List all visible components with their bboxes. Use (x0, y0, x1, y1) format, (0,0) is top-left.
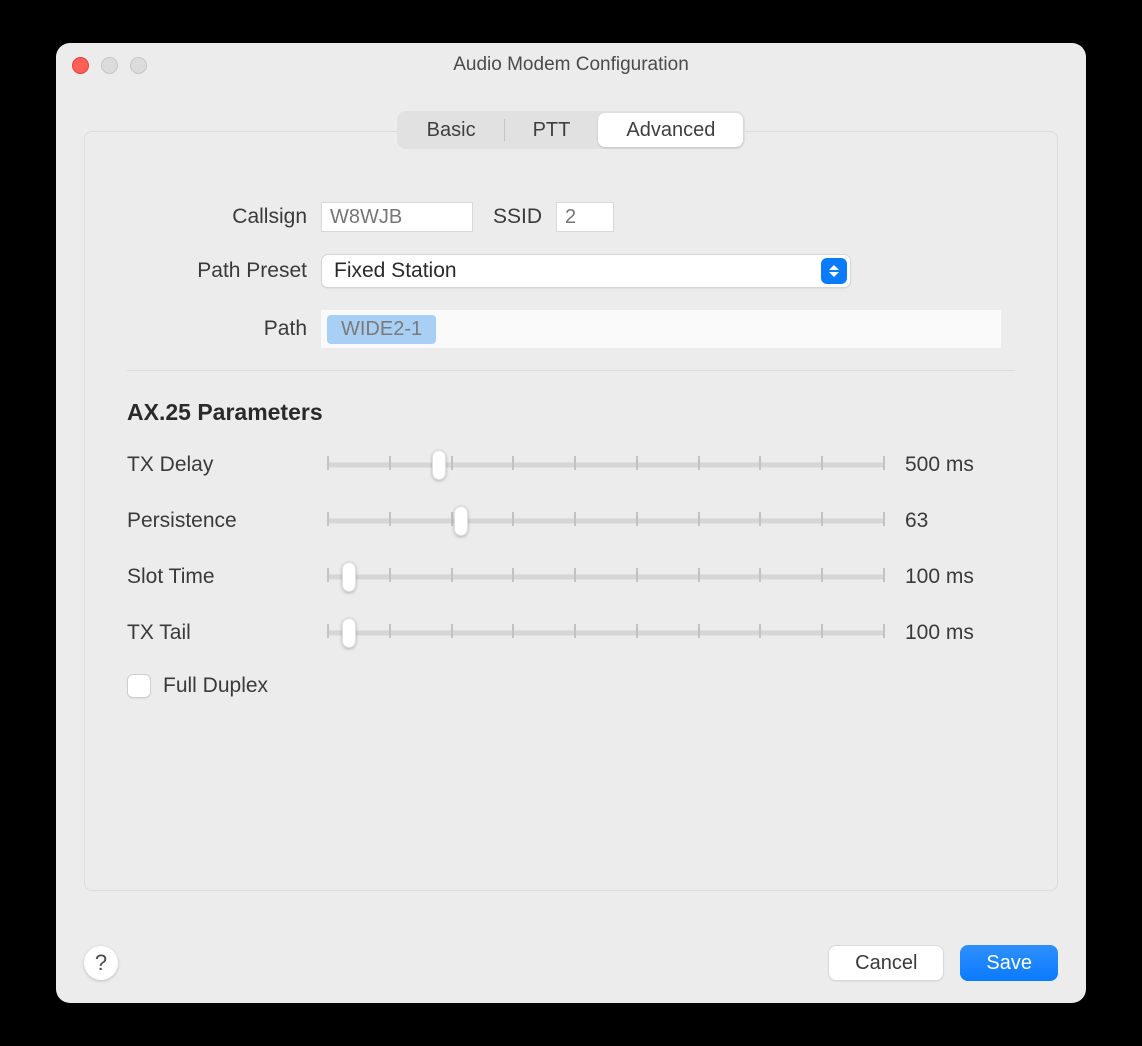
tab-basic[interactable]: Basic (399, 113, 504, 147)
callsign-label: Callsign (127, 205, 307, 229)
path-field[interactable]: WIDE2-1 (321, 310, 1001, 348)
slider-thumb[interactable] (342, 562, 356, 592)
slider-row: Persistence 63 (127, 506, 1015, 536)
slider-thumb[interactable] (432, 450, 446, 480)
panel: Callsign SSID Path Preset Fixed Station (84, 131, 1058, 891)
help-button[interactable]: ? (84, 946, 118, 980)
preset-select[interactable]: Fixed Station (321, 254, 851, 288)
footer-buttons: Cancel Save (828, 945, 1058, 981)
minimize-button[interactable] (101, 57, 118, 74)
save-label: Save (986, 952, 1032, 975)
preset-value: Fixed Station (334, 259, 457, 283)
row-preset: Path Preset Fixed Station (127, 254, 1015, 288)
slider-ticks (327, 624, 885, 642)
tabbar-wrap: Basic PTT Advanced (84, 111, 1058, 149)
full-duplex-label: Full Duplex (163, 674, 268, 698)
slider-value: 63 (905, 509, 1015, 533)
slider-label: Slot Time (127, 565, 307, 589)
slider-thumb[interactable] (454, 506, 468, 536)
slider[interactable] (327, 562, 885, 592)
zoom-button[interactable] (130, 57, 147, 74)
row-path: Path WIDE2-1 (127, 310, 1015, 348)
full-duplex-checkbox[interactable] (127, 674, 151, 698)
slider-row: TX Tail 100 ms (127, 618, 1015, 648)
slider[interactable] (327, 506, 885, 536)
cancel-button[interactable]: Cancel (828, 945, 944, 981)
cancel-label: Cancel (855, 952, 917, 975)
slider-value: 500 ms (905, 453, 1015, 477)
ssid-input[interactable] (556, 202, 614, 232)
slider-label: Persistence (127, 509, 307, 533)
row-full-duplex: Full Duplex (127, 674, 1015, 698)
slider-row: Slot Time 100 ms (127, 562, 1015, 592)
callsign-input[interactable] (321, 202, 473, 232)
close-button[interactable] (72, 57, 89, 74)
footer: ? Cancel Save (84, 945, 1058, 981)
slider[interactable] (327, 618, 885, 648)
divider (127, 370, 1015, 371)
slider-ticks (327, 456, 885, 474)
slider-ticks (327, 512, 885, 530)
slider-label: TX Tail (127, 621, 307, 645)
slider-row: TX Delay 500 ms (127, 450, 1015, 480)
row-callsign: Callsign SSID (127, 202, 1015, 232)
chevron-up-down-icon (821, 258, 847, 284)
preset-label: Path Preset (127, 259, 307, 283)
slider-value: 100 ms (905, 621, 1015, 645)
window: Audio Modem Configuration Basic PTT Adva… (56, 43, 1086, 1003)
traffic-lights (72, 57, 147, 74)
tab-ptt[interactable]: PTT (505, 113, 599, 147)
slider[interactable] (327, 450, 885, 480)
tab-advanced[interactable]: Advanced (598, 113, 743, 147)
slider-label: TX Delay (127, 453, 307, 477)
slider-thumb[interactable] (342, 618, 356, 648)
save-button[interactable]: Save (960, 945, 1058, 981)
ax25-heading: AX.25 Parameters (127, 399, 1015, 426)
path-token: WIDE2-1 (327, 315, 436, 344)
help-icon: ? (95, 950, 107, 976)
slider-value: 100 ms (905, 565, 1015, 589)
content: Basic PTT Advanced Callsign SSID Path Pr… (56, 87, 1086, 1003)
tabbar: Basic PTT Advanced (397, 111, 746, 149)
slider-ticks (327, 568, 885, 586)
titlebar: Audio Modem Configuration (56, 43, 1086, 87)
window-title: Audio Modem Configuration (56, 54, 1086, 76)
ssid-label: SSID (493, 205, 542, 229)
preset-select-wrap: Fixed Station (321, 254, 851, 288)
path-label: Path (127, 317, 307, 341)
